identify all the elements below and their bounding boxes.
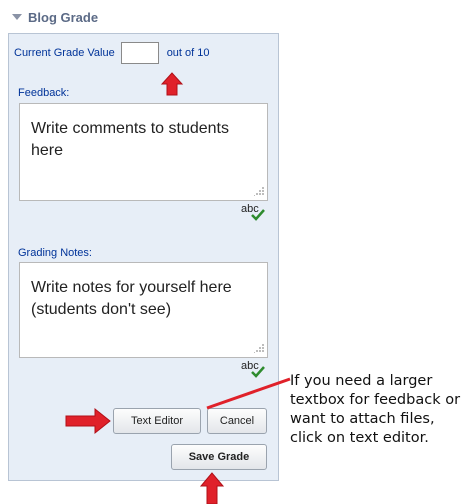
- resize-grip-icon[interactable]: [254, 344, 264, 354]
- check-icon: [251, 209, 265, 221]
- grade-input[interactable]: [120, 42, 159, 64]
- spellcheck-button[interactable]: abc: [241, 203, 265, 221]
- collapse-caret-icon[interactable]: [12, 14, 22, 20]
- text-editor-button[interactable]: Text Editor: [113, 408, 201, 434]
- grade-suffix: out of 10: [166, 47, 210, 59]
- feedback-label: Feedback:: [18, 87, 70, 99]
- grading-page: Blog Grade Current Grade Value out of 10…: [0, 0, 470, 504]
- cancel-button[interactable]: Cancel: [207, 408, 267, 434]
- annotation-text: If you need a larger textbox for feedbac…: [290, 373, 461, 446]
- spellcheck-button[interactable]: abc: [241, 360, 265, 378]
- grading-notes-label: Grading Notes:: [18, 247, 92, 259]
- save-grade-button[interactable]: Save Grade: [171, 444, 267, 470]
- feedback-textarea[interactable]: Write comments to students here: [19, 103, 268, 201]
- section-header[interactable]: Blog Grade: [12, 8, 98, 26]
- grading-notes-textarea[interactable]: Write notes for yourself here (students …: [19, 262, 268, 358]
- resize-grip-icon[interactable]: [254, 187, 264, 197]
- grade-label: Current Grade Value: [14, 47, 115, 59]
- grade-row: Current Grade Value out of 10: [14, 42, 210, 64]
- grading-notes-text: Write notes for yourself here (students …: [31, 279, 232, 318]
- check-icon: [251, 366, 265, 378]
- section-title: Blog Grade: [28, 9, 99, 25]
- feedback-text: Write comments to students here: [31, 120, 229, 159]
